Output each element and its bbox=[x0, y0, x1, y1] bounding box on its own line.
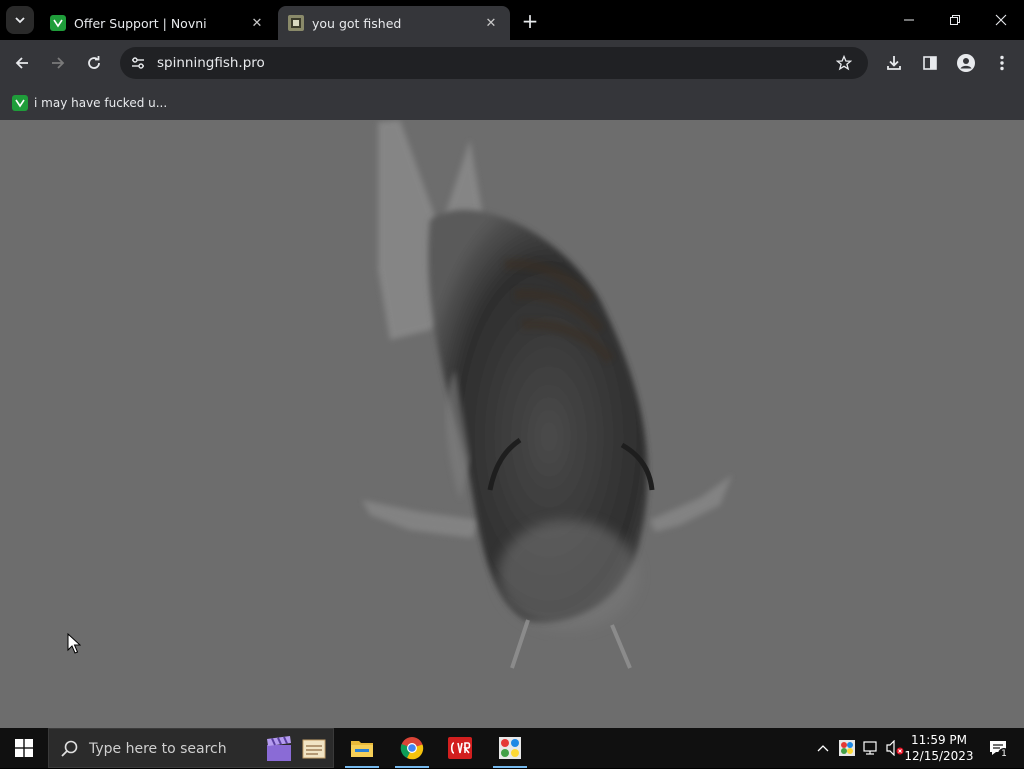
volume-muted-icon bbox=[886, 740, 904, 756]
side-panel-button[interactable] bbox=[916, 49, 944, 77]
search-icon bbox=[61, 740, 78, 757]
close-icon bbox=[995, 14, 1007, 26]
chevron-up-icon bbox=[817, 745, 829, 752]
cvr-app-icon bbox=[448, 737, 472, 759]
arrow-left-icon bbox=[15, 57, 28, 69]
system-clock[interactable]: 11:59 PM 12/15/2023 bbox=[904, 728, 974, 768]
show-hidden-icons-button[interactable] bbox=[812, 728, 834, 768]
notepad-icon bbox=[302, 739, 326, 759]
tune-icon bbox=[132, 57, 144, 69]
close-icon[interactable]: ✕ bbox=[482, 14, 500, 32]
restore-icon bbox=[950, 15, 960, 25]
windows-logo-icon bbox=[15, 739, 33, 757]
arrow-right-icon bbox=[52, 57, 65, 69]
menu-button[interactable] bbox=[988, 49, 1016, 77]
tab-strip: Offer Support | Novni ✕ you got fished ✕… bbox=[0, 0, 1024, 40]
forward-button[interactable] bbox=[44, 49, 72, 77]
address-bar[interactable]: spinningfish.pro bbox=[120, 47, 868, 79]
minimize-button[interactable] bbox=[886, 0, 932, 40]
tray-network[interactable] bbox=[860, 728, 882, 768]
url-text[interactable]: spinningfish.pro bbox=[157, 47, 265, 79]
taskbar-file-explorer[interactable] bbox=[339, 728, 385, 768]
taskbar-chrome[interactable] bbox=[389, 728, 435, 768]
fish-thumbnail-icon bbox=[288, 15, 304, 31]
file-explorer-icon bbox=[351, 741, 373, 757]
search-placeholder: Type here to search bbox=[89, 741, 227, 757]
clock-date: 12/15/2023 bbox=[904, 749, 974, 763]
spinning-fish-image bbox=[362, 120, 732, 669]
tab-title: you got fished bbox=[312, 15, 402, 31]
notification-center-button[interactable]: 1 bbox=[978, 728, 1018, 768]
notification-count: 1 bbox=[998, 748, 1010, 760]
tab-search-button[interactable] bbox=[6, 6, 34, 34]
novni-icon bbox=[50, 15, 66, 31]
back-button[interactable] bbox=[8, 49, 36, 77]
bookmark-item[interactable]: i may have fucked u... bbox=[8, 91, 171, 115]
kebab-menu-icon bbox=[1000, 55, 1004, 71]
restore-button[interactable] bbox=[932, 0, 978, 40]
mouse-cursor-icon bbox=[67, 633, 81, 654]
clapperboard-icon bbox=[267, 736, 291, 761]
close-icon[interactable]: ✕ bbox=[248, 14, 266, 32]
tray-paint-app[interactable] bbox=[836, 728, 858, 768]
novni-icon bbox=[12, 95, 28, 111]
clock-time: 11:59 PM bbox=[911, 733, 967, 747]
download-icon bbox=[887, 56, 901, 70]
paint-app-icon bbox=[499, 737, 521, 759]
bookmark-label: i may have fucked u... bbox=[34, 96, 168, 110]
taskbar-search-box[interactable]: Type here to search bbox=[48, 728, 334, 768]
taskbar-cvr-app[interactable] bbox=[437, 728, 483, 768]
network-icon bbox=[863, 741, 877, 755]
tab-title: Offer Support | Novni bbox=[74, 15, 207, 31]
start-button[interactable] bbox=[0, 728, 48, 768]
new-tab-button[interactable]: + bbox=[518, 9, 542, 33]
star-icon bbox=[836, 55, 852, 71]
taskbar-paint-app[interactable] bbox=[487, 728, 533, 768]
site-info-button[interactable] bbox=[126, 51, 150, 75]
side-panel-icon bbox=[923, 56, 937, 70]
tab-you-got-fished[interactable]: you got fished ✕ bbox=[278, 6, 510, 40]
tray-volume[interactable] bbox=[884, 728, 906, 768]
bookmark-star-button[interactable] bbox=[832, 51, 856, 75]
close-window-button[interactable] bbox=[978, 0, 1024, 40]
bookmarks-bar: i may have fucked u... bbox=[0, 86, 1024, 120]
page-viewport[interactable] bbox=[0, 120, 1024, 728]
reload-button[interactable] bbox=[80, 49, 108, 77]
browser-toolbar: spinningfish.pro bbox=[0, 40, 1024, 86]
downloads-button[interactable] bbox=[880, 49, 908, 77]
minimize-icon bbox=[904, 19, 914, 21]
paint-app-icon bbox=[839, 740, 855, 756]
reload-icon bbox=[88, 56, 100, 69]
windows-taskbar: Type here to search 11:59 PM 12/15/2023 … bbox=[0, 728, 1024, 768]
profile-button[interactable] bbox=[952, 49, 980, 77]
chevron-down-icon bbox=[15, 17, 25, 24]
chrome-icon bbox=[400, 737, 424, 760]
avatar-icon bbox=[957, 54, 975, 72]
tab-offer-support[interactable]: Offer Support | Novni ✕ bbox=[40, 6, 276, 40]
